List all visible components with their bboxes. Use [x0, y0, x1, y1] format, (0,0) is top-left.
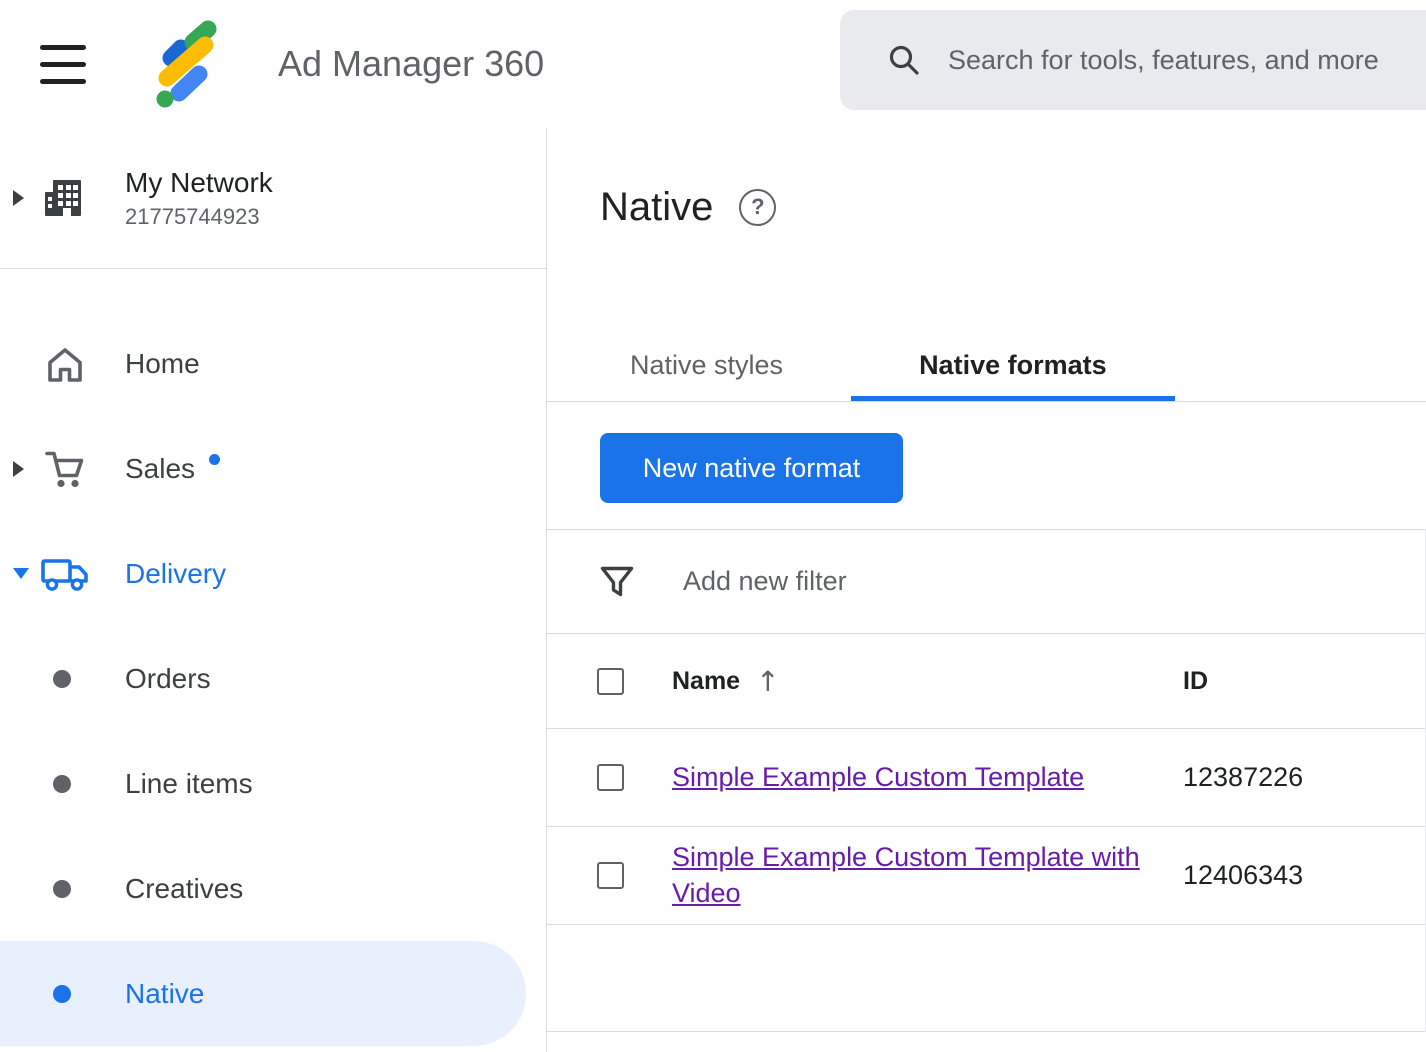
sidebar-item-creatives[interactable]: Creatives: [0, 836, 546, 941]
network-selector[interactable]: My Network 21775744923: [0, 128, 546, 269]
app-title: Ad Manager 360: [278, 43, 544, 85]
row-checkbox[interactable]: [597, 764, 624, 791]
sidebar-item-orders[interactable]: Orders: [0, 626, 546, 731]
table-row: Simple Example Custom Template 12387226: [547, 729, 1425, 827]
sort-ascending-icon[interactable]: ↑: [756, 665, 779, 698]
ad-manager-logo-icon: [148, 19, 238, 109]
add-filter-bar[interactable]: Add new filter: [547, 529, 1425, 634]
bullet-icon: [53, 775, 71, 793]
native-format-link[interactable]: Simple Example Custom Template with Vide…: [672, 840, 1183, 910]
sidebar-item-label: Creatives: [125, 873, 243, 905]
tab-native-styles[interactable]: Native styles: [562, 329, 851, 401]
top-app-bar: Ad Manager 360: [0, 0, 1426, 128]
filter-funnel-icon: [598, 563, 636, 601]
native-format-id: 12387226: [1183, 762, 1425, 793]
search-bar[interactable]: [840, 10, 1426, 110]
sidebar-item-label: Home: [125, 348, 200, 380]
sales-cart-icon: [40, 446, 90, 492]
bullet-icon: [53, 985, 71, 1003]
menu-icon[interactable]: [40, 45, 86, 84]
native-format-link[interactable]: Simple Example Custom Template: [672, 760, 1114, 795]
sidebar-item-delivery[interactable]: Delivery: [0, 521, 546, 626]
sidebar-item-label: Line items: [125, 768, 253, 800]
row-checkbox[interactable]: [597, 862, 624, 889]
native-format-id: 12406343: [1183, 860, 1425, 891]
network-expander-icon[interactable]: [13, 190, 24, 206]
column-header-id: ID: [1183, 667, 1425, 696]
tab-native-formats[interactable]: Native formats: [851, 329, 1175, 401]
table-header-row: Name ↑ ID: [547, 634, 1425, 729]
search-input[interactable]: [948, 45, 1426, 76]
collapse-icon[interactable]: [13, 568, 29, 579]
table-row: Simple Example Custom Template with Vide…: [547, 827, 1425, 925]
tab-bar: Native styles Native formats: [547, 329, 1426, 402]
sidebar-item-home[interactable]: Home: [0, 311, 546, 416]
add-filter-label: Add new filter: [683, 566, 847, 597]
delivery-truck-icon: [40, 553, 90, 595]
sidebar-item-sales[interactable]: Sales: [0, 416, 546, 521]
main-content: Native ? Native styles Native formats Ne…: [547, 128, 1426, 1052]
sidebar-item-label: Sales: [125, 453, 195, 485]
new-native-format-button[interactable]: New native format: [600, 433, 903, 503]
network-name: My Network: [125, 167, 273, 199]
search-icon: [886, 42, 922, 78]
bullet-icon: [53, 880, 71, 898]
sidebar-item-label: Native: [125, 978, 204, 1010]
sidebar-item-native[interactable]: Native: [0, 941, 546, 1046]
home-icon: [40, 341, 90, 387]
select-all-checkbox[interactable]: [597, 668, 624, 695]
table-footer: [547, 925, 1425, 1032]
column-header-name[interactable]: Name ↑: [672, 665, 1183, 698]
bullet-icon: [53, 670, 71, 688]
page-title: Native: [600, 184, 713, 230]
help-icon[interactable]: ?: [739, 189, 776, 226]
sidebar: My Network 21775744923 Home Sales: [0, 128, 547, 1052]
expand-icon[interactable]: [13, 461, 24, 477]
sidebar-nav: Home Sales Del: [0, 269, 546, 1046]
native-formats-table: Add new filter Name ↑ ID Simple Example …: [547, 529, 1426, 1032]
notification-dot: [209, 454, 220, 465]
network-id: 21775744923: [125, 204, 273, 230]
sidebar-item-label: Delivery: [125, 558, 226, 590]
network-building-icon: [40, 175, 86, 221]
selected-item-highlight: [0, 941, 526, 1046]
sidebar-item-label: Orders: [125, 663, 211, 695]
sidebar-item-line-items[interactable]: Line items: [0, 731, 546, 836]
